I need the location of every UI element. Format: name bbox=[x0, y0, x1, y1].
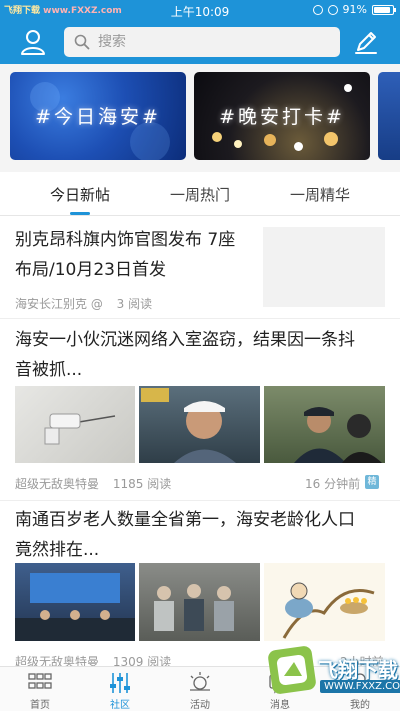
post-meta: 超级无敌奥特曼 1185 阅读 bbox=[15, 475, 181, 492]
bokeh-decoration bbox=[324, 132, 338, 146]
post-author: 超级无敌奥特曼 bbox=[15, 477, 100, 491]
nav-label: 活动 bbox=[190, 700, 210, 711]
status-indicators: 91% bbox=[312, 3, 396, 16]
watermark-url: WWW.FXXZ.COM bbox=[320, 680, 400, 693]
tab-week-hot[interactable]: 一周热门 bbox=[140, 184, 260, 205]
nav-home[interactable]: 首页 bbox=[0, 667, 80, 711]
banner-today-haian[interactable]: #今日海安# bbox=[10, 72, 186, 160]
edit-pencil-icon bbox=[355, 32, 377, 54]
post-item[interactable]: 海安一小伙沉迷网络入室盗窃，结果因一条抖 音被抓... 超级无敌奥特曼 1185… bbox=[0, 318, 400, 496]
post-image-elderly bbox=[139, 563, 260, 641]
meeting-image bbox=[15, 573, 135, 641]
alarm-icon bbox=[312, 4, 323, 15]
nav-activity[interactable]: 活动 bbox=[160, 667, 240, 711]
post-title-line: 南通百岁老人数量全省第一，海安老龄化人口 bbox=[15, 510, 355, 530]
nav-label: 社区 bbox=[110, 700, 130, 711]
post-author: 海安长江别克 @ bbox=[15, 297, 103, 311]
banner-next-partial[interactable] bbox=[378, 72, 400, 160]
banner-label: #晚安打卡# bbox=[219, 106, 345, 128]
post-title: 海安一小伙沉迷网络入室盗窃，结果因一条抖 音被抓... bbox=[15, 325, 390, 385]
post-title-line: 布局/10月23日首发 bbox=[15, 260, 166, 280]
nav-community[interactable]: 社区 bbox=[80, 667, 160, 711]
post-image-man bbox=[139, 386, 260, 463]
banner-goodnight-checkin[interactable]: #晚安打卡# bbox=[194, 72, 370, 160]
nav-label: 首页 bbox=[30, 700, 50, 711]
watermark-logo: 飞翔下载 WWW.FXXZ.COM bbox=[262, 636, 400, 711]
post-image-police bbox=[264, 386, 385, 463]
grid-icon bbox=[28, 673, 52, 689]
compose-button[interactable] bbox=[352, 28, 380, 56]
banner-label: #今日海安# bbox=[35, 106, 161, 128]
app-header bbox=[0, 20, 400, 64]
search-icon bbox=[74, 34, 90, 50]
post-image-meeting bbox=[15, 563, 135, 641]
post-reads: 1185 阅读 bbox=[112, 477, 172, 491]
bokeh-decoration bbox=[294, 142, 303, 151]
police-image bbox=[294, 407, 382, 463]
post-image-cctv bbox=[15, 386, 135, 463]
post-image-cartoon bbox=[264, 563, 385, 641]
post-title: 南通百岁老人数量全省第一，海安老龄化人口 竟然排在... bbox=[15, 505, 390, 565]
user-icon bbox=[21, 30, 45, 55]
topic-banner-carousel: #今日海安# #晚安打卡# bbox=[0, 64, 400, 172]
sliders-icon bbox=[110, 673, 130, 693]
profile-button[interactable] bbox=[18, 28, 48, 56]
post-thumbnail bbox=[263, 227, 385, 307]
rotation-lock-icon bbox=[327, 4, 338, 15]
camera-image bbox=[44, 413, 116, 445]
active-tab-indicator bbox=[70, 212, 90, 215]
post-title-line: 海安一小伙沉迷网络入室盗窃，结果因一条抖 bbox=[15, 330, 355, 350]
bokeh-decoration bbox=[212, 132, 222, 142]
battery-icon bbox=[372, 4, 396, 15]
person-image bbox=[141, 388, 236, 463]
post-title-line: 竟然排在... bbox=[15, 540, 100, 560]
bokeh-decoration bbox=[234, 140, 242, 148]
bokeh-decoration bbox=[264, 134, 276, 146]
sun-icon bbox=[190, 672, 210, 691]
cartoon-image bbox=[282, 582, 375, 639]
watermark-brand: 飞翔下载 bbox=[318, 658, 398, 682]
featured-badge: 精 bbox=[365, 475, 379, 489]
status-bar: 飞翔下载 www.FXXZ.com 上午10:09 91% bbox=[0, 0, 400, 20]
tab-week-featured[interactable]: 一周精华 bbox=[260, 184, 380, 205]
post-meta: 海安长江别克 @ 3 阅读 bbox=[15, 295, 162, 312]
post-title-line: 别克昂科旗内饰官图发布 7座 bbox=[15, 230, 236, 250]
post-reads: 3 阅读 bbox=[116, 297, 153, 311]
post-time: 16 分钟前 bbox=[305, 477, 361, 491]
battery-percent: 91% bbox=[342, 3, 367, 16]
elderly-image bbox=[154, 584, 234, 631]
post-title-line: 音被抓... bbox=[15, 360, 83, 380]
post-item[interactable]: 别克昂科旗内饰官图发布 7座 布局/10月23日首发 海安长江别克 @ 3 阅读 bbox=[0, 217, 400, 313]
bokeh-decoration bbox=[344, 84, 352, 92]
search-input[interactable] bbox=[98, 34, 318, 50]
post-title: 别克昂科旗内饰官图发布 7座 布局/10月23日首发 bbox=[15, 225, 250, 285]
feed-tabs: 今日新帖 一周热门 一周精华 bbox=[0, 172, 400, 216]
search-bar[interactable] bbox=[64, 27, 340, 57]
tab-today-new[interactable]: 今日新帖 bbox=[20, 184, 140, 205]
